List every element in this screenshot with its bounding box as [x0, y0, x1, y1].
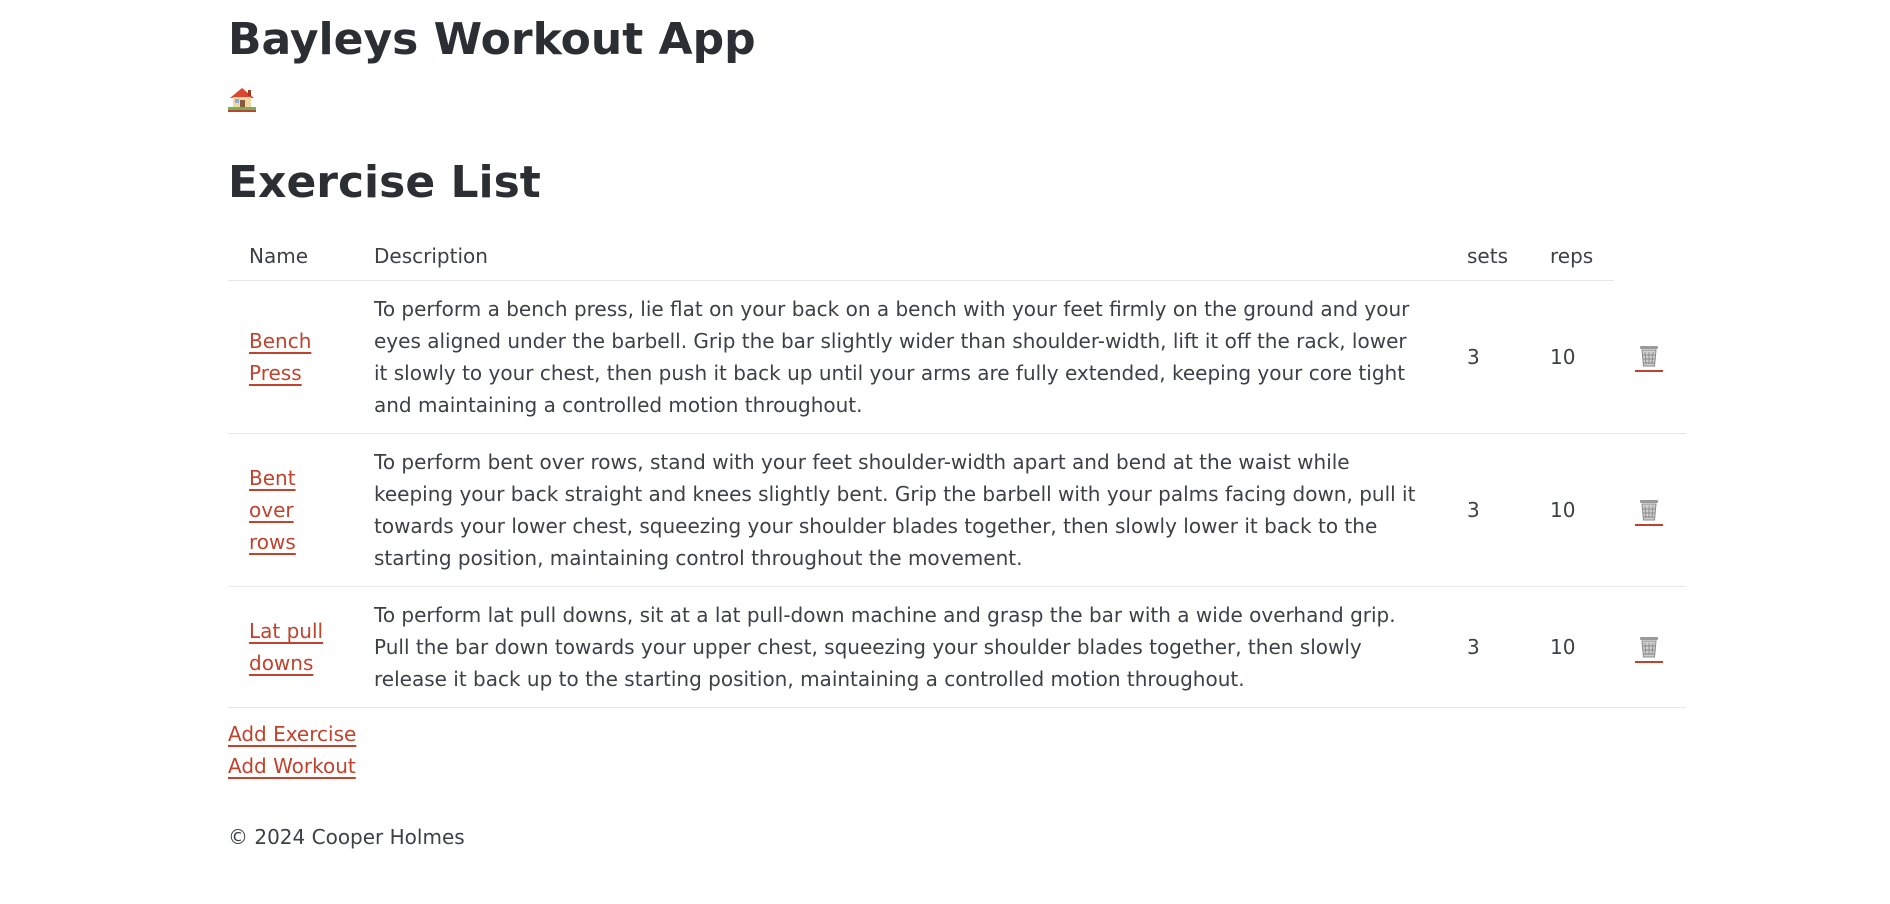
trash-icon: [1640, 636, 1659, 657]
exercise-sets: 3: [1446, 433, 1529, 587]
exercise-description: To perform lat pull downs, sit at a lat …: [353, 586, 1446, 708]
table-row: Bent over rows To perform bent over rows…: [228, 433, 1687, 587]
exercise-table: Name Description sets reps Bench Press T…: [228, 232, 1687, 708]
table-header-row: Name Description sets reps: [228, 232, 1686, 281]
delete-exercise-button[interactable]: [1635, 635, 1664, 663]
add-workout-link[interactable]: Add Workout: [228, 750, 356, 782]
exercise-name-link[interactable]: Bench Press: [249, 329, 311, 385]
table-row: Bench Press To perform a bench press, li…: [228, 280, 1687, 434]
exercise-name-link[interactable]: Bent over rows: [249, 466, 296, 554]
header-actions: [1614, 232, 1686, 281]
exercise-name-link[interactable]: Lat pull downs: [249, 619, 323, 675]
header-description: Description: [353, 232, 1446, 281]
delete-exercise-button[interactable]: [1635, 344, 1664, 373]
trash-icon: [1640, 346, 1659, 367]
table-row: Lat pull downs To perform lat pull downs…: [228, 586, 1687, 708]
exercise-sets: 3: [1446, 280, 1529, 434]
exercise-reps: 10: [1529, 586, 1615, 708]
trash-icon: [1640, 499, 1659, 520]
house-icon: [228, 88, 256, 110]
exercise-sets: 3: [1446, 586, 1529, 708]
add-exercise-link[interactable]: Add Exercise: [228, 718, 356, 750]
home-link[interactable]: [228, 86, 256, 112]
header-sets: sets: [1446, 232, 1529, 281]
app-title: Bayleys Workout App: [228, 14, 756, 65]
exercise-description: To perform bent over rows, stand with yo…: [353, 433, 1446, 587]
exercise-reps: 10: [1529, 433, 1615, 587]
header-reps: reps: [1529, 232, 1615, 281]
header-name: Name: [228, 232, 353, 281]
exercise-description: To perform a bench press, lie flat on yo…: [353, 280, 1446, 434]
page-title: Exercise List: [228, 157, 541, 208]
copyright-text: © 2024 Cooper Holmes: [228, 825, 465, 849]
exercise-reps: 10: [1529, 280, 1615, 434]
delete-exercise-button[interactable]: [1635, 498, 1664, 526]
action-links: Add Exercise Add Workout: [228, 718, 356, 782]
